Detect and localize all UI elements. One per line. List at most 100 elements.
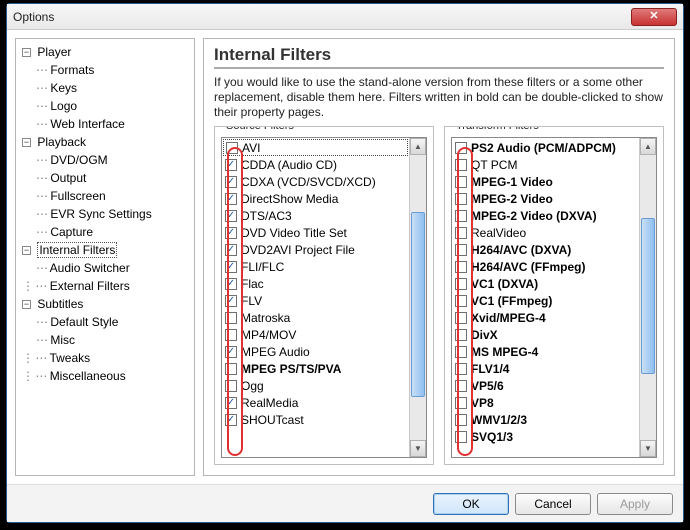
tree-item[interactable]: External Filters — [50, 279, 130, 293]
filter-checkbox[interactable] — [225, 176, 237, 188]
scroll-down-icon[interactable]: ▼ — [640, 440, 656, 457]
apply-button[interactable]: Apply — [597, 493, 673, 515]
filter-checkbox[interactable] — [455, 142, 467, 154]
tree-item[interactable]: Web Interface — [50, 117, 124, 131]
filter-row[interactable]: WMV1/2/3 — [453, 411, 638, 428]
tree-item[interactable]: Playback — [37, 135, 86, 149]
filter-row[interactable]: SHOUTcast — [223, 411, 408, 428]
filter-checkbox[interactable] — [225, 363, 237, 375]
tree-item[interactable]: EVR Sync Settings — [50, 207, 151, 221]
tree-item[interactable]: Keys — [50, 81, 77, 95]
filter-checkbox[interactable] — [225, 380, 237, 392]
transform-filters-list[interactable]: PS2 Audio (PCM/ADPCM)QT PCMMPEG-1 VideoM… — [452, 138, 639, 457]
filter-row[interactable]: FLV — [223, 292, 408, 309]
tree-item[interactable]: Default Style — [50, 315, 118, 329]
scroll-thumb[interactable] — [641, 218, 655, 375]
tree-item[interactable]: Internal Filters — [37, 242, 117, 258]
filter-row[interactable]: DVD Video Title Set — [223, 224, 408, 241]
scroll-up-icon[interactable]: ▲ — [410, 138, 426, 155]
tree-item[interactable]: Formats — [50, 63, 94, 77]
filter-checkbox[interactable] — [455, 193, 467, 205]
filter-row[interactable]: MPEG Audio — [223, 343, 408, 360]
tree-item[interactable]: Fullscreen — [50, 189, 105, 203]
filter-checkbox[interactable] — [455, 159, 467, 171]
filter-row[interactable]: H264/AVC (FFmpeg) — [453, 258, 638, 275]
filter-row[interactable]: Ogg — [223, 377, 408, 394]
tree-item[interactable]: Player — [37, 45, 71, 59]
filter-checkbox[interactable] — [225, 278, 237, 290]
filter-row[interactable]: Xvid/MPEG-4 — [453, 309, 638, 326]
tree-item[interactable]: Subtitles — [37, 297, 83, 311]
filter-row[interactable]: MP4/MOV — [223, 326, 408, 343]
tree-toggle-icon[interactable]: − — [22, 300, 31, 309]
filter-checkbox[interactable] — [225, 244, 237, 256]
filter-checkbox[interactable] — [225, 397, 237, 409]
filter-checkbox[interactable] — [225, 193, 237, 205]
filter-checkbox[interactable] — [225, 329, 237, 341]
filter-checkbox[interactable] — [455, 380, 467, 392]
category-tree[interactable]: − Player⋯ Formats⋯ Keys⋯ Logo⋯ Web Inter… — [15, 38, 195, 476]
filter-checkbox[interactable] — [455, 227, 467, 239]
filter-row[interactable]: MPEG-2 Video — [453, 190, 638, 207]
filter-row[interactable]: VC1 (FFmpeg) — [453, 292, 638, 309]
tree-toggle-icon[interactable]: − — [22, 246, 31, 255]
filter-row[interactable]: AVI — [223, 139, 408, 156]
filter-checkbox[interactable] — [455, 363, 467, 375]
tree-toggle-icon[interactable]: − — [22, 48, 31, 57]
filter-checkbox[interactable] — [225, 414, 237, 426]
filter-checkbox[interactable] — [455, 278, 467, 290]
filter-checkbox[interactable] — [226, 142, 238, 154]
filter-row[interactable]: CDDA (Audio CD) — [223, 156, 408, 173]
filter-row[interactable]: MPEG-2 Video (DXVA) — [453, 207, 638, 224]
filter-row[interactable]: MS MPEG-4 — [453, 343, 638, 360]
ok-button[interactable]: OK — [433, 493, 509, 515]
filter-row[interactable]: DirectShow Media — [223, 190, 408, 207]
filter-checkbox[interactable] — [225, 159, 237, 171]
filter-checkbox[interactable] — [225, 210, 237, 222]
close-button[interactable]: ✕ — [631, 8, 677, 26]
filter-checkbox[interactable] — [225, 295, 237, 307]
filter-row[interactable]: VC1 (DXVA) — [453, 275, 638, 292]
scroll-track[interactable] — [640, 155, 656, 440]
filter-checkbox[interactable] — [225, 261, 237, 273]
filter-checkbox[interactable] — [225, 312, 237, 324]
scroll-up-icon[interactable]: ▲ — [640, 138, 656, 155]
tree-item[interactable]: DVD/OGM — [50, 153, 107, 167]
filter-checkbox[interactable] — [455, 261, 467, 273]
filter-row[interactable]: PS2 Audio (PCM/ADPCM) — [453, 139, 638, 156]
filter-row[interactable]: Matroska — [223, 309, 408, 326]
filter-row[interactable]: SVQ1/3 — [453, 428, 638, 445]
filter-row[interactable]: QT PCM — [453, 156, 638, 173]
filter-row[interactable]: DTS/AC3 — [223, 207, 408, 224]
tree-item[interactable]: Audio Switcher — [50, 261, 130, 275]
filter-row[interactable]: DVD2AVI Project File — [223, 241, 408, 258]
tree-item[interactable]: Capture — [50, 225, 93, 239]
filter-row[interactable]: H264/AVC (DXVA) — [453, 241, 638, 258]
tree-item[interactable]: Miscellaneous — [50, 369, 126, 383]
filter-row[interactable]: RealVideo — [453, 224, 638, 241]
filter-row[interactable]: FLV1/4 — [453, 360, 638, 377]
filter-row[interactable]: MPEG PS/TS/PVA — [223, 360, 408, 377]
filter-checkbox[interactable] — [455, 397, 467, 409]
tree-item[interactable]: Logo — [50, 99, 77, 113]
filter-row[interactable]: RealMedia — [223, 394, 408, 411]
scroll-down-icon[interactable]: ▼ — [410, 440, 426, 457]
filter-checkbox[interactable] — [455, 210, 467, 222]
filter-checkbox[interactable] — [455, 329, 467, 341]
filter-checkbox[interactable] — [455, 244, 467, 256]
filter-checkbox[interactable] — [455, 312, 467, 324]
filter-checkbox[interactable] — [225, 227, 237, 239]
scroll-track[interactable] — [410, 155, 426, 440]
cancel-button[interactable]: Cancel — [515, 493, 591, 515]
filter-row[interactable]: CDXA (VCD/SVCD/XCD) — [223, 173, 408, 190]
source-filters-list[interactable]: AVICDDA (Audio CD)CDXA (VCD/SVCD/XCD)Dir… — [222, 138, 409, 457]
scrollbar[interactable]: ▲ ▼ — [409, 138, 426, 457]
filter-row[interactable]: Flac — [223, 275, 408, 292]
filter-checkbox[interactable] — [455, 295, 467, 307]
filter-checkbox[interactable] — [455, 431, 467, 443]
scroll-thumb[interactable] — [411, 212, 425, 397]
filter-checkbox[interactable] — [225, 346, 237, 358]
filter-row[interactable]: MPEG-1 Video — [453, 173, 638, 190]
filter-row[interactable]: FLI/FLC — [223, 258, 408, 275]
tree-item[interactable]: Misc — [50, 333, 75, 347]
